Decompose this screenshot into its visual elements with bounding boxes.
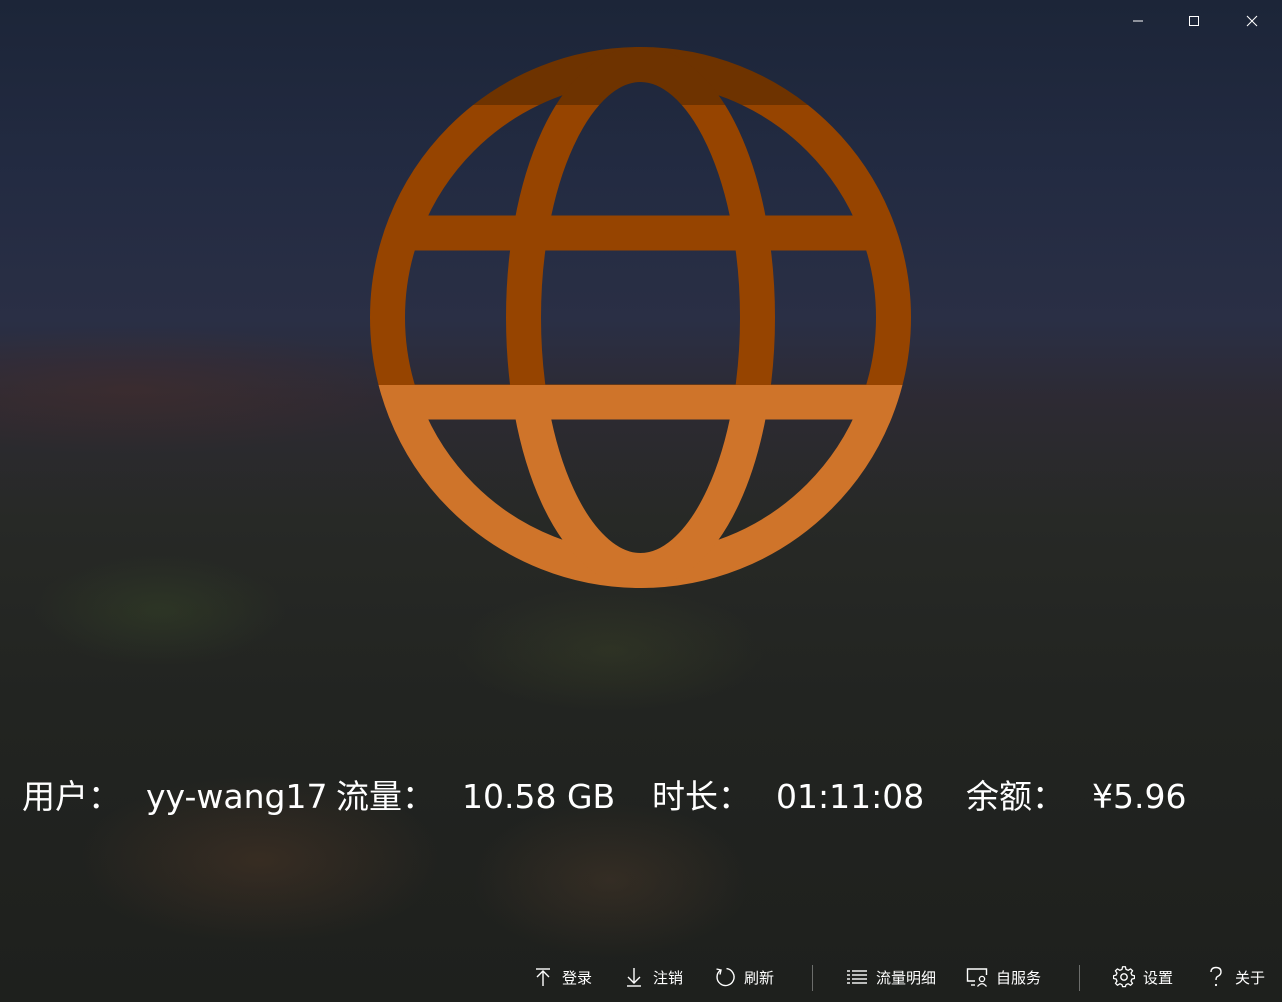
minimize-icon: [1133, 20, 1143, 22]
duration-label: 时长：: [652, 777, 751, 816]
duration-value: 01:11:08: [776, 777, 925, 816]
globe-icon: [370, 47, 911, 588]
balance-label: 余额：: [966, 777, 1065, 816]
toolbar-separator: [812, 965, 813, 991]
monitor-user-icon: [966, 966, 988, 988]
logout-label: 注销: [653, 968, 684, 987]
user-value: yy-wang17: [146, 777, 328, 816]
refresh-label: 刷新: [744, 968, 775, 987]
question-icon: [1205, 966, 1227, 988]
login-button[interactable]: 登录: [532, 955, 592, 999]
traffic-detail-button[interactable]: 流量明细: [846, 955, 936, 999]
gear-icon: [1113, 966, 1135, 988]
arrow-down-icon: [623, 966, 645, 988]
stats-bar: 用户： yy-wang17 流量： 10.58 GB 时长： 01:11:08 …: [0, 772, 1282, 822]
arrow-up-to-line-icon: [532, 966, 554, 988]
maximize-button[interactable]: [1166, 0, 1222, 42]
minimize-button[interactable]: [1110, 0, 1166, 42]
about-label: 关于: [1235, 968, 1266, 987]
traffic-label: 流量：: [336, 777, 435, 816]
refresh-button[interactable]: 刷新: [714, 955, 774, 999]
app-window: 用户： yy-wang17 流量： 10.58 GB 时长： 01:11:08 …: [0, 0, 1282, 1002]
about-button[interactable]: 关于: [1205, 955, 1265, 999]
self-service-button[interactable]: 自服务: [966, 955, 1041, 999]
toolbar-separator: [1079, 965, 1080, 991]
close-button[interactable]: [1224, 0, 1280, 42]
maximize-icon: [1189, 16, 1199, 26]
refresh-icon: [714, 966, 736, 988]
settings-button[interactable]: 设置: [1113, 955, 1173, 999]
self-service-label: 自服务: [996, 968, 1042, 987]
command-bar: 登录 注销 刷新 流量明细 自服务 设置 关于: [0, 955, 1282, 999]
traffic-detail-label: 流量明细: [876, 968, 937, 987]
login-label: 登录: [562, 968, 593, 987]
traffic-value: 10.58 GB: [462, 777, 616, 816]
balance-value: ¥5.96: [1092, 777, 1187, 816]
settings-label: 设置: [1143, 968, 1174, 987]
close-icon: [1246, 15, 1258, 27]
list-icon: [846, 966, 868, 988]
logout-button[interactable]: 注销: [623, 955, 683, 999]
user-label: 用户：: [22, 777, 121, 816]
